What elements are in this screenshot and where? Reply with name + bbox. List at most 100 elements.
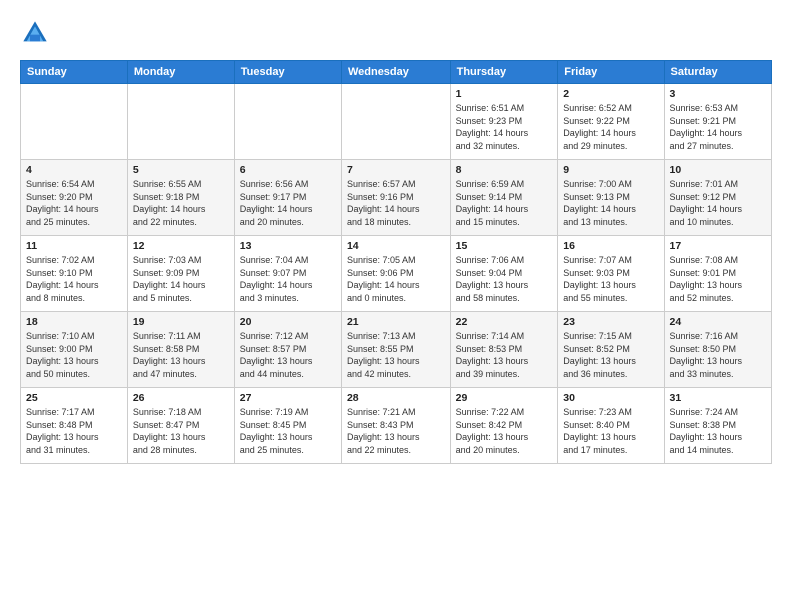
day-number: 21 bbox=[347, 316, 445, 328]
day-info: Sunrise: 7:17 AM Sunset: 8:48 PM Dayligh… bbox=[26, 406, 122, 456]
calendar-week-row: 18Sunrise: 7:10 AM Sunset: 9:00 PM Dayli… bbox=[21, 312, 772, 388]
day-info: Sunrise: 7:00 AM Sunset: 9:13 PM Dayligh… bbox=[563, 178, 658, 228]
day-number: 10 bbox=[670, 164, 767, 176]
calendar-week-row: 11Sunrise: 7:02 AM Sunset: 9:10 PM Dayli… bbox=[21, 236, 772, 312]
day-info: Sunrise: 7:01 AM Sunset: 9:12 PM Dayligh… bbox=[670, 178, 767, 228]
calendar-cell: 25 Sunrise: 7:17 AM Sunset: 8:48 PM Dayli… bbox=[21, 388, 128, 464]
day-number: 29 bbox=[456, 392, 553, 404]
weekday-header-friday: Friday bbox=[558, 61, 664, 84]
calendar-cell: 29Sunrise: 7:22 AM Sunset: 8:42 PM Dayli… bbox=[450, 388, 558, 464]
day-info: Sunrise: 7:07 AM Sunset: 9:03 PM Dayligh… bbox=[563, 254, 658, 304]
day-number: 13 bbox=[240, 240, 336, 252]
day-info: Sunrise: 6:54 AM Sunset: 9:20 PM Dayligh… bbox=[26, 178, 122, 228]
calendar-cell: 9Sunrise: 7:00 AM Sunset: 9:13 PM Daylig… bbox=[558, 160, 664, 236]
calendar-cell: 12 Sunrise: 7:03 AM Sunset: 9:09 PM Dayli… bbox=[127, 236, 234, 312]
calendar-week-row: 25 Sunrise: 7:17 AM Sunset: 8:48 PM Dayli… bbox=[21, 388, 772, 464]
calendar-cell: 16 Sunrise: 7:07 AM Sunset: 9:03 PM Dayli… bbox=[558, 236, 664, 312]
calendar-table: SundayMondayTuesdayWednesdayThursdayFrid… bbox=[20, 60, 772, 464]
day-number: 17 bbox=[670, 240, 767, 252]
calendar-cell: 20Sunrise: 7:12 AM Sunset: 8:57 PM Dayli… bbox=[234, 312, 341, 388]
day-info: Sunrise: 6:52 AM Sunset: 9:22 PM Dayligh… bbox=[563, 102, 658, 152]
day-info: Sunrise: 7:21 AM Sunset: 8:43 PM Dayligh… bbox=[347, 406, 445, 456]
day-number: 22 bbox=[456, 316, 553, 328]
calendar-cell: 31 Sunrise: 7:24 AM Sunset: 8:38 PM Dayli… bbox=[664, 388, 772, 464]
calendar-cell: 2 Sunrise: 6:52 AM Sunset: 9:22 PM Daylig… bbox=[558, 84, 664, 160]
weekday-header-saturday: Saturday bbox=[664, 61, 772, 84]
calendar-cell: 3 Sunrise: 6:53 AM Sunset: 9:21 PM Daylig… bbox=[664, 84, 772, 160]
calendar-cell bbox=[21, 84, 128, 160]
day-info: Sunrise: 6:53 AM Sunset: 9:21 PM Dayligh… bbox=[670, 102, 767, 152]
day-info: Sunrise: 7:19 AM Sunset: 8:45 PM Dayligh… bbox=[240, 406, 336, 456]
weekday-header-wednesday: Wednesday bbox=[341, 61, 450, 84]
day-info: Sunrise: 6:55 AM Sunset: 9:18 PM Dayligh… bbox=[133, 178, 229, 228]
day-number: 6 bbox=[240, 164, 336, 176]
day-info: Sunrise: 7:10 AM Sunset: 9:00 PM Dayligh… bbox=[26, 330, 122, 380]
day-number: 31 bbox=[670, 392, 767, 404]
day-number: 3 bbox=[670, 88, 767, 100]
calendar-cell: 27 Sunrise: 7:19 AM Sunset: 8:45 PM Dayli… bbox=[234, 388, 341, 464]
day-info: Sunrise: 7:13 AM Sunset: 8:55 PM Dayligh… bbox=[347, 330, 445, 380]
day-number: 28 bbox=[347, 392, 445, 404]
day-number: 12 bbox=[133, 240, 229, 252]
day-number: 4 bbox=[26, 164, 122, 176]
day-number: 7 bbox=[347, 164, 445, 176]
calendar-cell: 17 Sunrise: 7:08 AM Sunset: 9:01 PM Dayli… bbox=[664, 236, 772, 312]
day-info: Sunrise: 6:56 AM Sunset: 9:17 PM Dayligh… bbox=[240, 178, 336, 228]
calendar-cell: 26Sunrise: 7:18 AM Sunset: 8:47 PM Dayli… bbox=[127, 388, 234, 464]
calendar-cell: 7 Sunrise: 6:57 AM Sunset: 9:16 PM Daylig… bbox=[341, 160, 450, 236]
calendar-cell: 4 Sunrise: 6:54 AM Sunset: 9:20 PM Daylig… bbox=[21, 160, 128, 236]
day-info: Sunrise: 7:15 AM Sunset: 8:52 PM Dayligh… bbox=[563, 330, 658, 380]
day-number: 15 bbox=[456, 240, 553, 252]
calendar-cell: 1 Sunrise: 6:51 AM Sunset: 9:23 PM Daylig… bbox=[450, 84, 558, 160]
calendar-cell: 30 Sunrise: 7:23 AM Sunset: 8:40 PM Dayli… bbox=[558, 388, 664, 464]
calendar-cell: 24 Sunrise: 7:16 AM Sunset: 8:50 PM Dayli… bbox=[664, 312, 772, 388]
day-info: Sunrise: 7:11 AM Sunset: 8:58 PM Dayligh… bbox=[133, 330, 229, 380]
calendar-cell bbox=[127, 84, 234, 160]
calendar-cell: 18Sunrise: 7:10 AM Sunset: 9:00 PM Dayli… bbox=[21, 312, 128, 388]
day-info: Sunrise: 7:24 AM Sunset: 8:38 PM Dayligh… bbox=[670, 406, 767, 456]
day-info: Sunrise: 6:51 AM Sunset: 9:23 PM Dayligh… bbox=[456, 102, 553, 152]
calendar-cell: 6 Sunrise: 6:56 AM Sunset: 9:17 PM Daylig… bbox=[234, 160, 341, 236]
day-info: Sunrise: 7:14 AM Sunset: 8:53 PM Dayligh… bbox=[456, 330, 553, 380]
day-info: Sunrise: 7:16 AM Sunset: 8:50 PM Dayligh… bbox=[670, 330, 767, 380]
calendar-cell: 21 Sunrise: 7:13 AM Sunset: 8:55 PM Dayli… bbox=[341, 312, 450, 388]
calendar-cell bbox=[234, 84, 341, 160]
day-number: 23 bbox=[563, 316, 658, 328]
calendar-cell: 11Sunrise: 7:02 AM Sunset: 9:10 PM Dayli… bbox=[21, 236, 128, 312]
calendar-cell: 10 Sunrise: 7:01 AM Sunset: 9:12 PM Dayli… bbox=[664, 160, 772, 236]
calendar-cell: 15Sunrise: 7:06 AM Sunset: 9:04 PM Dayli… bbox=[450, 236, 558, 312]
calendar-cell bbox=[341, 84, 450, 160]
day-info: Sunrise: 7:04 AM Sunset: 9:07 PM Dayligh… bbox=[240, 254, 336, 304]
calendar-cell: 14 Sunrise: 7:05 AM Sunset: 9:06 PM Dayli… bbox=[341, 236, 450, 312]
logo bbox=[20, 18, 54, 48]
day-info: Sunrise: 7:02 AM Sunset: 9:10 PM Dayligh… bbox=[26, 254, 122, 304]
day-info: Sunrise: 7:23 AM Sunset: 8:40 PM Dayligh… bbox=[563, 406, 658, 456]
calendar-week-row: 4 Sunrise: 6:54 AM Sunset: 9:20 PM Daylig… bbox=[21, 160, 772, 236]
day-info: Sunrise: 6:57 AM Sunset: 9:16 PM Dayligh… bbox=[347, 178, 445, 228]
calendar-cell: 28 Sunrise: 7:21 AM Sunset: 8:43 PM Dayli… bbox=[341, 388, 450, 464]
day-info: Sunrise: 6:59 AM Sunset: 9:14 PM Dayligh… bbox=[456, 178, 553, 228]
weekday-header-tuesday: Tuesday bbox=[234, 61, 341, 84]
calendar-cell: 5Sunrise: 6:55 AM Sunset: 9:18 PM Daylig… bbox=[127, 160, 234, 236]
day-number: 16 bbox=[563, 240, 658, 252]
day-number: 2 bbox=[563, 88, 658, 100]
calendar-cell: 22 Sunrise: 7:14 AM Sunset: 8:53 PM Dayli… bbox=[450, 312, 558, 388]
day-number: 8 bbox=[456, 164, 553, 176]
day-info: Sunrise: 7:05 AM Sunset: 9:06 PM Dayligh… bbox=[347, 254, 445, 304]
weekday-header-row: SundayMondayTuesdayWednesdayThursdayFrid… bbox=[21, 61, 772, 84]
day-number: 14 bbox=[347, 240, 445, 252]
day-number: 1 bbox=[456, 88, 553, 100]
day-number: 26 bbox=[133, 392, 229, 404]
day-number: 27 bbox=[240, 392, 336, 404]
weekday-header-monday: Monday bbox=[127, 61, 234, 84]
header bbox=[20, 18, 772, 48]
day-info: Sunrise: 7:03 AM Sunset: 9:09 PM Dayligh… bbox=[133, 254, 229, 304]
day-number: 30 bbox=[563, 392, 658, 404]
calendar-cell: 19Sunrise: 7:11 AM Sunset: 8:58 PM Dayli… bbox=[127, 312, 234, 388]
day-info: Sunrise: 7:12 AM Sunset: 8:57 PM Dayligh… bbox=[240, 330, 336, 380]
weekday-header-thursday: Thursday bbox=[450, 61, 558, 84]
day-number: 25 bbox=[26, 392, 122, 404]
calendar-cell: 13 Sunrise: 7:04 AM Sunset: 9:07 PM Dayli… bbox=[234, 236, 341, 312]
day-number: 24 bbox=[670, 316, 767, 328]
day-info: Sunrise: 7:08 AM Sunset: 9:01 PM Dayligh… bbox=[670, 254, 767, 304]
